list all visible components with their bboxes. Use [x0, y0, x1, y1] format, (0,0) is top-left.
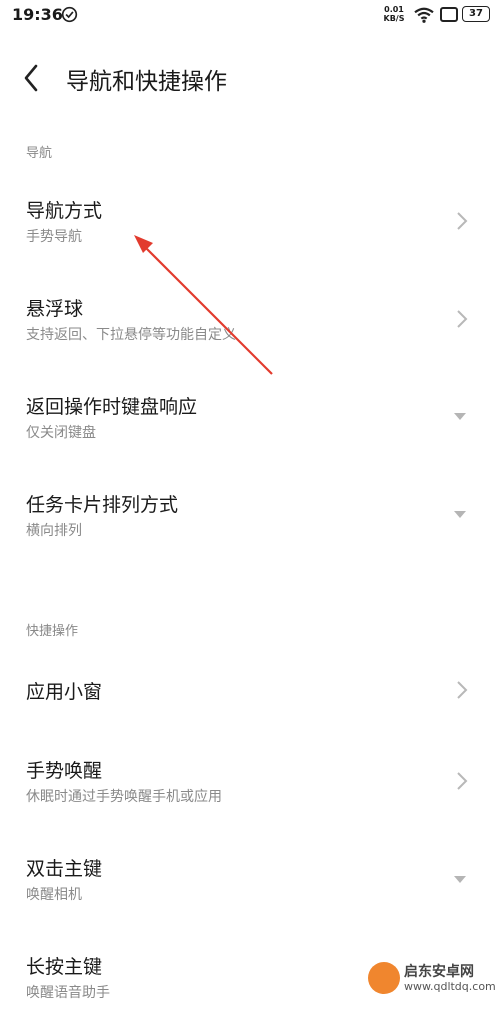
setting-subtitle: 唤醒相机 [26, 887, 82, 903]
chevron-right-icon [457, 212, 468, 230]
setting-subtitle: 仅关闭键盘 [26, 425, 96, 441]
chevron-right-icon [457, 772, 468, 790]
setting-navigation-mode[interactable]: 导航方式 手势导航 [0, 176, 500, 266]
status-bar: 19:36 0.01 KB/S 37 [0, 0, 500, 30]
watermark-logo [368, 962, 400, 994]
dropdown-arrow-icon [454, 511, 466, 518]
setting-subtitle: 手势导航 [26, 229, 82, 245]
setting-title: 双击主键 [26, 858, 103, 880]
dropdown-arrow-icon [454, 876, 466, 883]
check-circle-icon [61, 6, 78, 23]
setting-subtitle: 唤醒语音助手 [26, 985, 110, 1001]
section-label-navigation: 导航 [26, 146, 53, 161]
status-time: 19:36 [12, 5, 63, 24]
setting-title: 长按主键 [26, 956, 103, 978]
chevron-right-icon [457, 310, 468, 328]
battery-icon: 37 [462, 6, 490, 22]
setting-title: 返回操作时键盘响应 [26, 396, 198, 418]
watermark-url: www.qdltdq.com [404, 980, 496, 993]
battery-level: 37 [469, 8, 483, 19]
setting-keyboard-response[interactable]: 返回操作时键盘响应 仅关闭键盘 [0, 372, 500, 462]
setting-gesture-wake[interactable]: 手势唤醒 休眠时通过手势唤醒手机或应用 [0, 738, 500, 828]
page-title: 导航和快捷操作 [66, 69, 227, 95]
setting-subtitle: 休眠时通过手势唤醒手机或应用 [26, 789, 222, 805]
setting-task-card-layout[interactable]: 任务卡片排列方式 横向排列 [0, 470, 500, 560]
window-icon [440, 7, 458, 22]
setting-title: 应用小窗 [26, 681, 103, 703]
chevron-left-icon[interactable] [14, 60, 54, 96]
setting-title: 手势唤醒 [26, 760, 103, 782]
setting-subtitle: 支持返回、下拉悬停等功能自定义 [26, 327, 236, 343]
watermark: 启东安卓网 www.qdltdq.com [362, 960, 500, 1000]
net-speed-value: 0.01 [384, 5, 404, 14]
setting-title: 导航方式 [26, 200, 103, 222]
wifi-icon [414, 7, 434, 23]
setting-floating-ball[interactable]: 悬浮球 支持返回、下拉悬停等功能自定义 [0, 274, 500, 364]
dropdown-arrow-icon [454, 413, 466, 420]
net-speed-unit: KB/S [383, 14, 405, 23]
setting-subtitle: 横向排列 [26, 523, 82, 539]
setting-title: 任务卡片排列方式 [26, 494, 179, 516]
setting-double-click-home[interactable]: 双击主键 唤醒相机 [0, 836, 500, 926]
watermark-title: 启东安卓网 [404, 964, 474, 980]
chevron-right-icon [457, 681, 468, 699]
section-label-shortcuts: 快捷操作 [26, 624, 79, 639]
header: 导航和快捷操作 [0, 50, 500, 106]
net-speed: 0.01 KB/S [382, 5, 406, 23]
setting-title: 悬浮球 [26, 298, 84, 320]
setting-app-small-window[interactable]: 应用小窗 [0, 655, 500, 745]
